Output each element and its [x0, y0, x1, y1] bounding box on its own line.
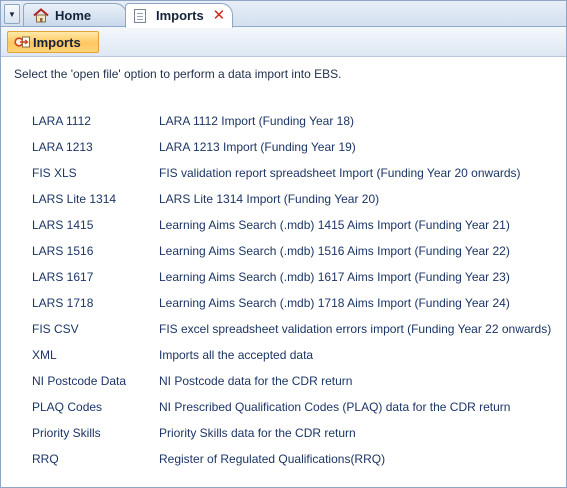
import-name[interactable]: XML	[32, 348, 57, 362]
import-name[interactable]: LARS Lite 1314	[32, 192, 116, 206]
import-name[interactable]: FIS CSV	[32, 322, 79, 336]
import-row[interactable]: LARA 1112 LARA 1112 Import (Funding Year …	[1, 108, 566, 134]
instructions-text: Select the 'open file' option to perform…	[14, 67, 342, 81]
import-description[interactable]: NI Prescribed Qualification Codes (PLAQ)…	[159, 400, 510, 414]
import-description[interactable]: Learning Aims Search (.mdb) 1617 Aims Im…	[159, 270, 510, 284]
import-row[interactable]: LARS 1617 Learning Aims Search (.mdb) 161…	[1, 264, 566, 290]
import-name[interactable]: LARS 1617	[32, 270, 93, 284]
close-icon[interactable]: ✕	[213, 8, 226, 23]
import-description[interactable]: Priority Skills data for the CDR return	[159, 426, 356, 440]
tab-list-dropdown-button[interactable]: ▼	[4, 4, 20, 24]
import-description[interactable]: NI Postcode data for the CDR return	[159, 374, 352, 388]
import-name[interactable]: LARS 1415	[32, 218, 93, 232]
import-name[interactable]: LARS 1718	[32, 296, 93, 310]
import-description[interactable]: FIS excel spreadsheet validation errors …	[159, 322, 551, 336]
import-description[interactable]: Imports all the accepted data	[159, 348, 313, 362]
import-name[interactable]: LARA 1213	[32, 140, 93, 154]
tab-strip: ▼ Home Imports ✕	[1, 1, 566, 28]
import-description[interactable]: FIS validation report spreadsheet Import…	[159, 166, 521, 180]
import-row[interactable]: RRQ Register of Regulated Qualifications(…	[1, 446, 566, 472]
import-row[interactable]: LARS Lite 1314 LARS Lite 1314 Import (Fun…	[1, 186, 566, 212]
import-description[interactable]: Learning Aims Search (.mdb) 1415 Aims Im…	[159, 218, 510, 232]
chevron-down-icon: ▼	[8, 9, 16, 19]
home-icon	[33, 7, 49, 22]
import-list: LARA 1112 LARA 1112 Import (Funding Year …	[1, 108, 566, 472]
import-row[interactable]: LARS 1718 Learning Aims Search (.mdb) 171…	[1, 290, 566, 316]
imports-ribbon-button[interactable]: Imports	[7, 31, 99, 53]
import-name[interactable]: LARS 1516	[32, 244, 93, 258]
import-row[interactable]: FIS CSV FIS excel spreadsheet validation …	[1, 316, 566, 342]
import-icon	[14, 36, 30, 48]
import-row[interactable]: Priority Skills Priority Skills data for …	[1, 420, 566, 446]
import-name[interactable]: FIS XLS	[32, 166, 77, 180]
import-row[interactable]: LARS 1516 Learning Aims Search (.mdb) 151…	[1, 238, 566, 264]
import-description[interactable]: LARS Lite 1314 Import (Funding Year 20)	[159, 192, 379, 206]
import-description[interactable]: Register of Regulated Qualifications(RRQ…	[159, 452, 385, 466]
ribbon-bar: Imports	[1, 27, 566, 57]
import-description[interactable]: LARA 1213 Import (Funding Year 19)	[159, 140, 356, 154]
import-description[interactable]: Learning Aims Search (.mdb) 1516 Aims Im…	[159, 244, 510, 258]
tab-imports[interactable]: Imports ✕	[125, 3, 233, 28]
document-icon	[134, 8, 146, 23]
import-row[interactable]: NI Postcode Data NI Postcode data for the…	[1, 368, 566, 394]
import-name[interactable]: PLAQ Codes	[32, 400, 102, 414]
import-description[interactable]: Learning Aims Search (.mdb) 1718 Aims Im…	[159, 296, 510, 310]
imports-ribbon-button-label: Imports	[33, 34, 81, 50]
imports-window: ▼ Home Imports ✕ Imports Select the 'ope…	[0, 0, 567, 488]
tab-home-label: Home	[55, 7, 92, 23]
import-row[interactable]: PLAQ Codes NI Prescribed Qualification Co…	[1, 394, 566, 420]
tab-imports-label: Imports	[156, 8, 204, 23]
import-name[interactable]: LARA 1112	[32, 114, 91, 128]
import-name[interactable]: Priority Skills	[32, 426, 101, 440]
import-description[interactable]: LARA 1112 Import (Funding Year 18)	[159, 114, 354, 128]
imports-content: Select the 'open file' option to perform…	[1, 58, 566, 487]
import-name[interactable]: NI Postcode Data	[32, 374, 126, 388]
import-row[interactable]: FIS XLS FIS validation report spreadsheet…	[1, 160, 566, 186]
import-row[interactable]: XML Imports all the accepted data	[1, 342, 566, 368]
import-row[interactable]: LARA 1213 LARA 1213 Import (Funding Year …	[1, 134, 566, 160]
import-name[interactable]: RRQ	[32, 452, 59, 466]
tab-home[interactable]: Home	[23, 3, 127, 26]
import-row[interactable]: LARS 1415 Learning Aims Search (.mdb) 141…	[1, 212, 566, 238]
